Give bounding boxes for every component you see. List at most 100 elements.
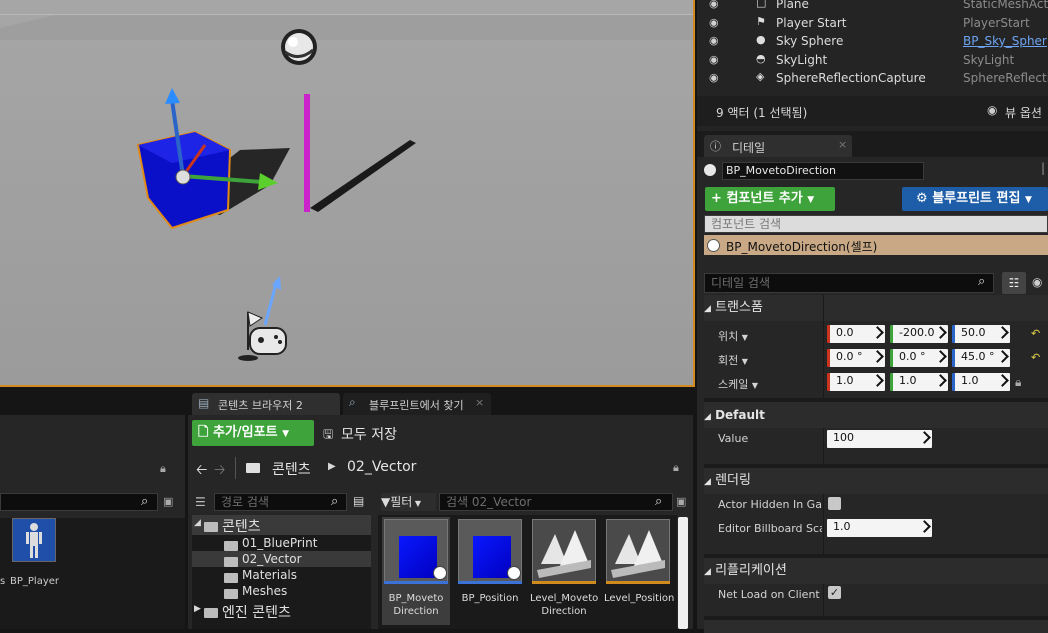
visibility-eye-icon[interactable]: ◉ — [709, 34, 719, 47]
location-z-field[interactable]: 50.0 — [952, 325, 1010, 343]
visibility-eye-icon[interactable]: ◉ — [709, 0, 719, 10]
folder-icon — [224, 538, 242, 552]
visibility-eye-icon[interactable]: ◉ — [709, 16, 719, 29]
location-y-field[interactable]: -200.0 — [890, 325, 948, 343]
lock-icon[interactable]: | — [1041, 161, 1045, 175]
component-search-input[interactable]: 컴포넌트 검색 — [704, 215, 1048, 233]
tree-folder-label: Meshes — [242, 584, 288, 598]
tree-folder-4[interactable]: Meshes — [192, 583, 371, 599]
lock-icon[interactable]: 🔒︎ — [160, 462, 166, 476]
visibility-eye-icon[interactable]: ◉ — [709, 71, 719, 84]
property-matrix-button[interactable]: ☷ — [1002, 272, 1026, 294]
sphere-icon — [707, 239, 720, 252]
view-options-button[interactable]: 뷰 옵션 — [1005, 104, 1042, 121]
tab-content-browser-2[interactable]: ▤ 콘텐츠 브라우저 2 — [192, 393, 340, 415]
tree-folder-1[interactable]: 01_BluePrint — [192, 535, 371, 551]
rendering-section-title: 렌더링 — [715, 473, 751, 488]
edit-blueprint-label: 블루프린트 편집 — [932, 191, 1021, 206]
details-search-input[interactable]: 디테일 검색 — [704, 273, 994, 293]
close-icon[interactable]: × — [838, 138, 847, 151]
filter-button[interactable]: ▼필터 ▼ — [381, 493, 436, 511]
component-row-root[interactable]: BP_MovetoDirection(셀프) — [704, 235, 1048, 255]
tree-folder-0[interactable]: ◢ 콘텐츠 — [192, 515, 371, 535]
search-input[interactable] — [0, 493, 158, 511]
tree-folder-2[interactable]: 02_Vector — [192, 551, 371, 567]
asset-tile[interactable]: BP_Moveto Direction — [382, 517, 450, 625]
net-load-label: Net Load on Client — [718, 588, 820, 601]
eye-icon[interactable]: ◉ — [1032, 275, 1042, 289]
rendering-section-header[interactable]: ◢ 렌더링 — [704, 464, 1048, 494]
scale-z-field[interactable]: 1.0 — [952, 373, 1010, 391]
content-browser-icon: ▤ — [198, 396, 210, 410]
outliner-row-type: PlayerStart — [963, 15, 1030, 30]
outliner-row[interactable]: ◉ ◓ SkyLight SkyLight — [697, 51, 1048, 69]
outliner-row[interactable]: ◉ □ Plane StaticMeshActo — [697, 0, 1048, 13]
next-section-header[interactable] — [704, 616, 1048, 633]
breadcrumb-root[interactable]: 콘텐츠 — [272, 459, 311, 479]
reset-icon[interactable]: ↶ — [1031, 351, 1040, 364]
save-icon[interactable]: ▣ — [163, 495, 173, 508]
add-import-button[interactable]: 🗋︎ 추가/임포트 ▼ — [192, 420, 314, 446]
tree-folder-5[interactable]: ▶ 엔진 콘텐츠 — [192, 601, 371, 621]
replication-section-header[interactable]: ◢ 리플리케이션 — [704, 554, 1048, 584]
outliner-row-name: SphereReflectionCapture — [776, 71, 926, 85]
asset-bp-player[interactable] — [12, 518, 56, 562]
edit-blueprint-button[interactable]: ⚙ 블루프린트 편집 ▼ — [902, 187, 1048, 211]
chevron-down-icon: ▼ — [807, 195, 815, 205]
rotation-x-field[interactable]: 0.0 ° — [827, 349, 885, 367]
outliner-row[interactable]: ◉ ◈ SphereReflectionCapture SphereReflectio — [697, 69, 1048, 87]
forward-icon[interactable]: 🡢︎ — [214, 459, 225, 483]
outliner-row-name: Sky Sphere — [776, 34, 844, 48]
rotation-y-field[interactable]: 0.0 ° — [890, 349, 948, 367]
outliner-row-type[interactable]: BP_Sky_Spher — [963, 34, 1048, 48]
expand-icon[interactable]: ▶ — [194, 604, 201, 614]
collapse-icon[interactable]: ◢ — [194, 518, 201, 528]
level-thumbnail — [606, 519, 670, 583]
tree-folder-3[interactable]: Materials — [192, 567, 371, 583]
save-icon[interactable]: ▣ — [676, 495, 686, 508]
lock-ratio-icon[interactable]: 🔒︎ — [1015, 375, 1021, 390]
sources-toggle-icon[interactable]: ☰ — [195, 495, 206, 509]
tab-find-in-blueprints[interactable]: ⌕ 블루프린트에서 찾기 × — [343, 393, 491, 415]
asset-search-input[interactable]: 검색 02_Vector — [439, 493, 673, 511]
scale-x-field[interactable]: 1.0 — [827, 373, 885, 391]
component-root-label: BP_MovetoDirection(셀프) — [726, 240, 878, 254]
lock-icon[interactable]: 🔒︎ — [673, 461, 679, 475]
save-all-button[interactable]: 모두 저장 — [341, 424, 397, 444]
tree-folder-label: 02_Vector — [242, 552, 302, 566]
add-component-button[interactable]: + 컴포넌트 추가 ▼ — [705, 187, 835, 211]
scale-y-field[interactable]: 1.0 — [890, 373, 948, 391]
value-field[interactable]: 100 — [827, 430, 932, 448]
asset-tile[interactable]: Level_Moveto Direction — [530, 517, 598, 625]
net-load-checkbox[interactable]: ✓ — [828, 586, 841, 599]
location-label: 위치 ▼ — [718, 330, 748, 343]
close-icon[interactable]: × — [475, 396, 484, 409]
tab-content-browser-label: 콘텐츠 브라우저 2 — [218, 399, 303, 412]
folder-icon — [224, 570, 242, 584]
outliner-row[interactable]: ◉ ● Sky Sphere BP_Sky_Spher — [697, 32, 1048, 50]
skylight-icon: ◓ — [756, 51, 766, 65]
visibility-eye-icon[interactable]: ◉ — [709, 53, 719, 66]
tab-details[interactable]: ⓘ 디테일 × — [704, 135, 852, 157]
actor-name-field[interactable]: BP_MovetoDirection — [722, 162, 924, 180]
asset-tile[interactable]: Level_Position — [604, 517, 674, 625]
asset-scrollbar[interactable] — [678, 517, 688, 629]
default-section-header[interactable]: ◢ Default — [704, 398, 1048, 428]
asset-label: Level_Moveto — [530, 593, 599, 604]
reset-icon[interactable]: ↶ — [1031, 327, 1040, 340]
breadcrumb-folder[interactable]: 02_Vector — [347, 459, 416, 475]
back-icon[interactable]: 🡠︎ — [196, 459, 207, 483]
actor-hidden-checkbox[interactable] — [828, 497, 841, 510]
tree-folder-label: 콘텐츠 — [222, 519, 261, 535]
path-search-input[interactable]: 경로 검색 — [214, 493, 347, 511]
location-x-field[interactable]: 0.0 — [827, 325, 885, 343]
editor-billboard-field[interactable]: 1.0 — [827, 519, 932, 537]
level-viewport[interactable] — [0, 0, 695, 387]
rotation-label: 회전 ▼ — [718, 354, 748, 367]
asset-tile[interactable]: BP_Position — [456, 517, 524, 625]
rotation-z-field[interactable]: 45.0 ° — [952, 349, 1010, 367]
transform-section-header[interactable]: ◢ 트랜스폼 — [704, 295, 1048, 321]
list-icon[interactable]: ▤ — [353, 494, 364, 508]
save-all-icon: 🖫︎ — [323, 427, 334, 441]
outliner-row[interactable]: ◉ ⚑ Player Start PlayerStart — [697, 14, 1048, 32]
